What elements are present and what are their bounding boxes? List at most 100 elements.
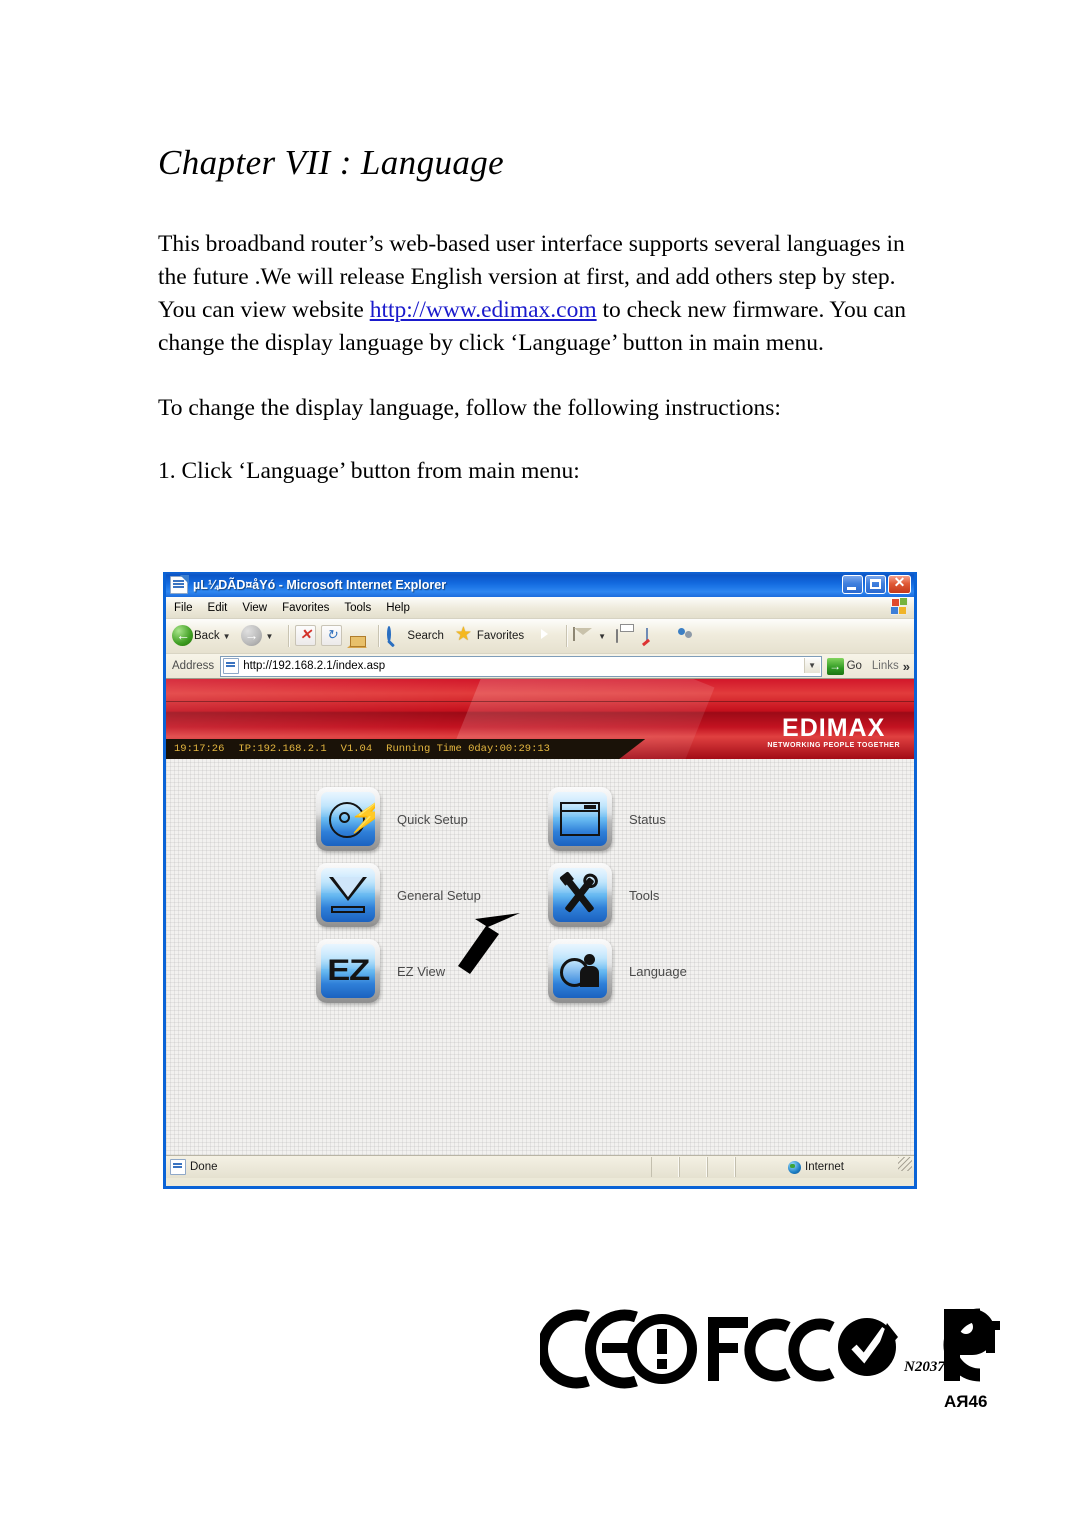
messenger-button[interactable]	[676, 625, 698, 647]
address-input[interactable]: http://192.168.2.1/index.asp ▼	[220, 655, 822, 677]
forward-button[interactable]: → ▼	[240, 625, 280, 647]
browser-window: µL¼DÃD¤åYó - Microsoft Internet Explorer…	[163, 572, 917, 1189]
menu-item-favorites[interactable]: Favorites	[282, 602, 329, 614]
resize-grip[interactable]	[898, 1157, 912, 1171]
toolbar-overflow-icon[interactable]: »	[903, 659, 910, 674]
back-button-label: Back	[194, 630, 220, 642]
home-button[interactable]	[347, 625, 369, 648]
gost-r-logo	[943, 1308, 1000, 1382]
menu-item-edit[interactable]: Edit	[208, 602, 228, 614]
quick-setup-button[interactable]: ⚡	[316, 787, 380, 851]
favorites-button[interactable]: ★ Favorites	[455, 625, 524, 647]
language-label: Language	[629, 963, 687, 979]
menu-item-help[interactable]: Help	[386, 602, 410, 614]
menu-item-status[interactable]: Status	[548, 787, 780, 851]
browser-window-title: µL¼DÃD¤åYó - Microsoft Internet Explorer	[193, 578, 447, 592]
certification-logos: N20370 АЯ46	[540, 1308, 1000, 1411]
refresh-icon: ↻	[321, 625, 343, 647]
menu-item-quick-setup[interactable]: ⚡ Quick Setup	[316, 787, 548, 851]
stop-button[interactable]: ✕	[295, 625, 317, 647]
ce-exclamation-circle	[627, 1314, 697, 1384]
go-button-label: Go	[846, 660, 862, 672]
search-icon	[385, 625, 407, 647]
minimize-button[interactable]	[842, 575, 863, 594]
address-label: Address	[172, 660, 215, 672]
page-title: Chapter VII : Language	[158, 143, 505, 182]
address-url-value: http://192.168.2.1/index.asp	[243, 660, 386, 672]
printer-icon	[616, 625, 638, 647]
chevron-down-icon[interactable]: ▼	[223, 632, 231, 641]
menu-row-2: General Setup Tools	[316, 863, 796, 927]
menu-item-language[interactable]: Language	[548, 939, 780, 1003]
close-button[interactable]	[888, 574, 911, 594]
media-button[interactable]	[535, 625, 557, 647]
fcc-logo	[708, 1317, 835, 1382]
security-zone[interactable]: Internet	[735, 1157, 896, 1177]
gost-r-number: АЯ46	[944, 1392, 987, 1411]
favorites-button-label: Favorites	[476, 630, 525, 642]
router-banner: EDIMAX NETWORKING PEOPLE TOGETHER 19:17:…	[166, 679, 914, 759]
status-button[interactable]	[548, 787, 612, 851]
chevron-down-icon-mail[interactable]: ▼	[598, 632, 606, 641]
status-page-icon	[170, 1159, 186, 1175]
edimax-website-link[interactable]: http://www.edimax.com	[370, 297, 597, 323]
toolbar-separator-3	[566, 625, 569, 647]
search-button-label: Search	[407, 630, 444, 642]
browser-menu-bar: File Edit View Favorites Tools Help	[166, 597, 914, 619]
tools-button[interactable]	[548, 863, 612, 927]
edit-page-icon	[646, 625, 668, 647]
star-icon: ★	[454, 624, 472, 645]
media-icon	[535, 625, 557, 647]
funnel-icon	[329, 877, 367, 913]
status-panes: Internet	[651, 1157, 914, 1177]
back-arrow-icon: ←	[172, 625, 194, 647]
window-controls	[842, 574, 911, 594]
toolbar-separator-1	[288, 625, 291, 647]
menu-item-tools[interactable]: Tools	[548, 863, 780, 927]
router-version: V1.04	[340, 743, 373, 755]
person-globe-icon	[560, 954, 600, 988]
document-body: Chapter VII : Language This broadband ro…	[158, 0, 938, 488]
router-ip: IP:192.168.2.1	[238, 743, 327, 755]
language-button[interactable]	[548, 939, 612, 1003]
status-pane-3	[707, 1157, 735, 1177]
refresh-button[interactable]: ↻	[321, 625, 343, 647]
address-bar: Address http://192.168.2.1/index.asp ▼ G…	[166, 654, 914, 679]
instructions-intro: To change the display language, follow t…	[158, 395, 781, 421]
router-running-time: Running Time 0day:00:29:13	[386, 743, 550, 755]
maximize-button[interactable]	[865, 575, 886, 594]
print-button[interactable]	[616, 625, 638, 647]
search-button[interactable]: Search	[385, 625, 444, 647]
security-zone-label: Internet	[805, 1161, 844, 1173]
quick-setup-label: Quick Setup	[397, 811, 468, 827]
edit-button[interactable]	[646, 625, 668, 647]
address-dropdown-icon[interactable]: ▼	[803, 657, 820, 673]
status-label: Status	[629, 811, 666, 827]
window-icon	[560, 802, 600, 836]
go-button[interactable]: Go	[826, 657, 862, 675]
chevron-down-icon-forward[interactable]: ▼	[266, 632, 274, 641]
mail-button[interactable]: ▼	[573, 625, 612, 647]
edimax-tagline: NETWORKING PEOPLE TOGETHER	[767, 742, 900, 749]
general-setup-button[interactable]	[316, 863, 380, 927]
internet-globe-icon	[788, 1160, 801, 1174]
toolbar-separator-2	[378, 625, 381, 647]
browser-status-text: Done	[190, 1161, 218, 1173]
router-time: 19:17:26	[174, 743, 225, 755]
browser-toolbar: ← Back ▼ → ▼ ✕ ↻ Search ★ Favorites ▼	[166, 619, 914, 654]
menu-row-1: ⚡ Quick Setup Status	[316, 787, 796, 851]
wrench-screwdriver-icon	[561, 877, 599, 913]
links-label[interactable]: Links	[872, 660, 899, 672]
windows-flag-icon	[891, 598, 908, 615]
ez-text-icon: EZ	[327, 954, 370, 987]
mail-icon	[573, 625, 595, 647]
tools-label: Tools	[629, 887, 660, 903]
pointer-arrow-annotation	[458, 913, 520, 974]
menu-item-file[interactable]: File	[174, 602, 193, 614]
menu-item-view[interactable]: View	[242, 602, 267, 614]
menu-item-tools[interactable]: Tools	[344, 602, 371, 614]
back-button[interactable]: ← Back ▼	[172, 625, 237, 647]
ez-view-button[interactable]: EZ	[316, 939, 380, 1003]
messenger-icon	[676, 625, 698, 647]
browser-status-bar: Done Internet	[166, 1155, 914, 1178]
